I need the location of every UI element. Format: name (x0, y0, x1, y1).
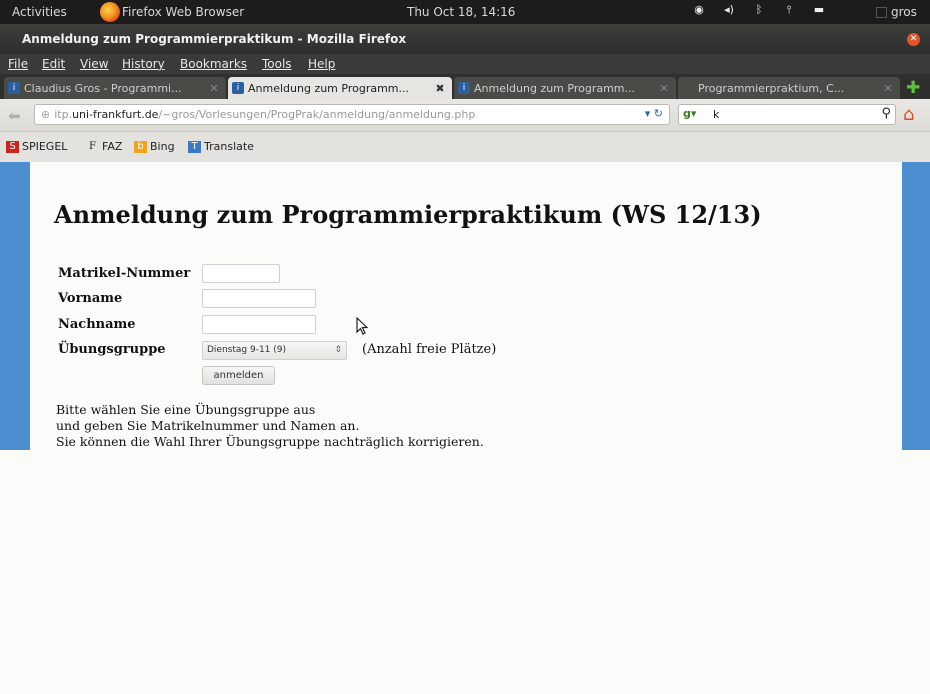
url-prefix: itp. (54, 108, 73, 121)
instruction-line-3: Sie können die Wahl Ihrer Übungsgruppe n… (56, 434, 484, 449)
matrikel-label: Matrikel-Nummer (58, 266, 191, 281)
user-status-icon (876, 6, 887, 18)
anmelden-button[interactable]: anmelden (202, 366, 275, 385)
menu-view[interactable]: View (80, 57, 108, 71)
menu-file[interactable]: File (8, 57, 28, 71)
app-menu[interactable]: Firefox Web Browser (100, 1, 244, 23)
gnome-top-bar: Activities Firefox Web Browser Thu Oct 1… (0, 0, 930, 24)
itp-favicon-icon: i (232, 82, 244, 94)
faz-icon: F (89, 140, 96, 152)
battery-icon[interactable]: ▬ (812, 3, 826, 17)
vorname-input[interactable] (202, 289, 316, 308)
tab-claudius-gros[interactable]: i Claudius Gros - Programmi... ✕ (4, 77, 226, 99)
nachname-label: Nachname (58, 317, 136, 332)
system-tray: ◉ ◂) ᛒ ⫯ ▬ (692, 3, 842, 17)
select-arrows-icon: ⇕ (334, 345, 342, 355)
close-window-icon[interactable]: ✕ (907, 33, 920, 46)
back-arrow-icon[interactable]: ⬅ (8, 107, 21, 125)
menu-help[interactable]: Help (308, 57, 335, 71)
user-name: gros (891, 5, 917, 19)
activities-button[interactable]: Activities (12, 5, 67, 19)
app-name: Firefox Web Browser (122, 5, 245, 19)
firefox-logo-icon (100, 2, 120, 22)
page-left-band (0, 162, 30, 450)
search-icon[interactable]: ⚲ (881, 106, 891, 121)
tab-strip: i Claudius Gros - Programmi... ✕ i Anmel… (0, 74, 930, 99)
url-domain: uni-frankfurt.de (72, 108, 159, 121)
close-tab-icon[interactable]: ✕ (882, 82, 894, 95)
close-tab-icon[interactable]: ✕ (658, 82, 670, 95)
reload-icon[interactable]: ▾ ↻ (645, 107, 663, 120)
bookmark-translate[interactable]: T Translate (188, 140, 254, 153)
uebungsgruppe-select[interactable]: Dienstag 9-11 (9) ⇕ (202, 341, 347, 360)
page-right-band (902, 162, 930, 450)
clock[interactable]: Thu Oct 18, 14:16 (407, 5, 515, 19)
page-content: Anmeldung zum Programmierpraktikum (WS 1… (30, 162, 902, 450)
bookmarks-toolbar: S SPIEGEL F FAZ b Bing T Translate (0, 132, 930, 162)
vorname-label: Vorname (58, 291, 123, 306)
window-title: Anmeldung zum Programmierpraktikum - Moz… (22, 32, 407, 46)
select-value: Dienstag 9-11 (9) (207, 345, 287, 355)
window-title-bar: Anmeldung zum Programmierpraktikum - Moz… (0, 24, 930, 54)
spiegel-icon: S (6, 140, 19, 153)
bookmark-faz[interactable]: F FAZ (86, 140, 122, 153)
user-menu[interactable]: gros (876, 5, 917, 19)
bookmark-spiegel[interactable]: S SPIEGEL (6, 140, 67, 153)
menu-bookmarks[interactable]: Bookmarks (180, 57, 247, 71)
tab-anmeldung[interactable]: i Anmeldung zum Programm... ✕ (454, 77, 676, 99)
bookmark-bing[interactable]: b Bing (134, 140, 175, 153)
mouse-pointer-icon (356, 317, 369, 335)
close-tab-icon[interactable]: ✖ (434, 82, 446, 95)
search-input[interactable]: k (713, 108, 719, 121)
home-icon[interactable]: ⌂ (903, 104, 914, 125)
translate-icon: T (188, 140, 201, 153)
url-path: /~gros/Vorlesungen/ProgPrak/anmeldung/an… (158, 108, 476, 121)
close-tab-icon[interactable]: ✕ (208, 82, 220, 95)
tab-anmeldung-active[interactable]: i Anmeldung zum Programm... ✖ (228, 77, 452, 99)
search-engine-icon[interactable]: g▾ (683, 107, 696, 120)
menu-edit[interactable]: Edit (42, 57, 65, 71)
itp-favicon-icon: i (8, 82, 20, 94)
uebungsgruppe-label: Übungsgruppe (58, 342, 166, 357)
bing-icon: b (134, 140, 147, 153)
instruction-line-1: Bitte wählen Sie eine Übungsgruppe aus (56, 402, 316, 417)
menu-history[interactable]: History (122, 57, 165, 71)
bluetooth-icon[interactable]: ᛒ (752, 3, 766, 17)
matrikel-input[interactable] (202, 264, 280, 283)
page-title: Anmeldung zum Programmierpraktikum (WS 1… (54, 200, 762, 229)
page-viewport: Anmeldung zum Programmierpraktikum (WS 1… (0, 162, 930, 694)
instruction-line-2: und geben Sie Matrikelnummer und Namen a… (56, 418, 360, 433)
itp-favicon-icon: i (458, 82, 470, 94)
search-bar[interactable]: g▾ k ⚲ (678, 104, 896, 125)
url-bar[interactable]: ⊕ itp. uni-frankfurt.de /~gros/Vorlesung… (34, 104, 670, 125)
free-seats-hint: (Anzahl freie Plätze) (362, 342, 497, 357)
tab-programmierpraktium[interactable]: Programmierpraktium, C... ✕ (678, 77, 900, 99)
navigation-bar: ⬅ ⊕ itp. uni-frankfurt.de /~gros/Vorlesu… (0, 99, 930, 132)
menu-tools[interactable]: Tools (262, 57, 292, 71)
site-identity-icon[interactable]: ⊕ (41, 108, 50, 121)
nachname-input[interactable] (202, 315, 316, 334)
new-tab-plus-icon[interactable]: ✚ (906, 78, 920, 98)
network-icon[interactable]: ⫯ (782, 3, 796, 17)
menu-bar: File Edit View History Bookmarks Tools H… (0, 54, 930, 74)
volume-icon[interactable]: ◂) (722, 3, 736, 17)
accessibility-icon[interactable]: ◉ (692, 3, 706, 17)
